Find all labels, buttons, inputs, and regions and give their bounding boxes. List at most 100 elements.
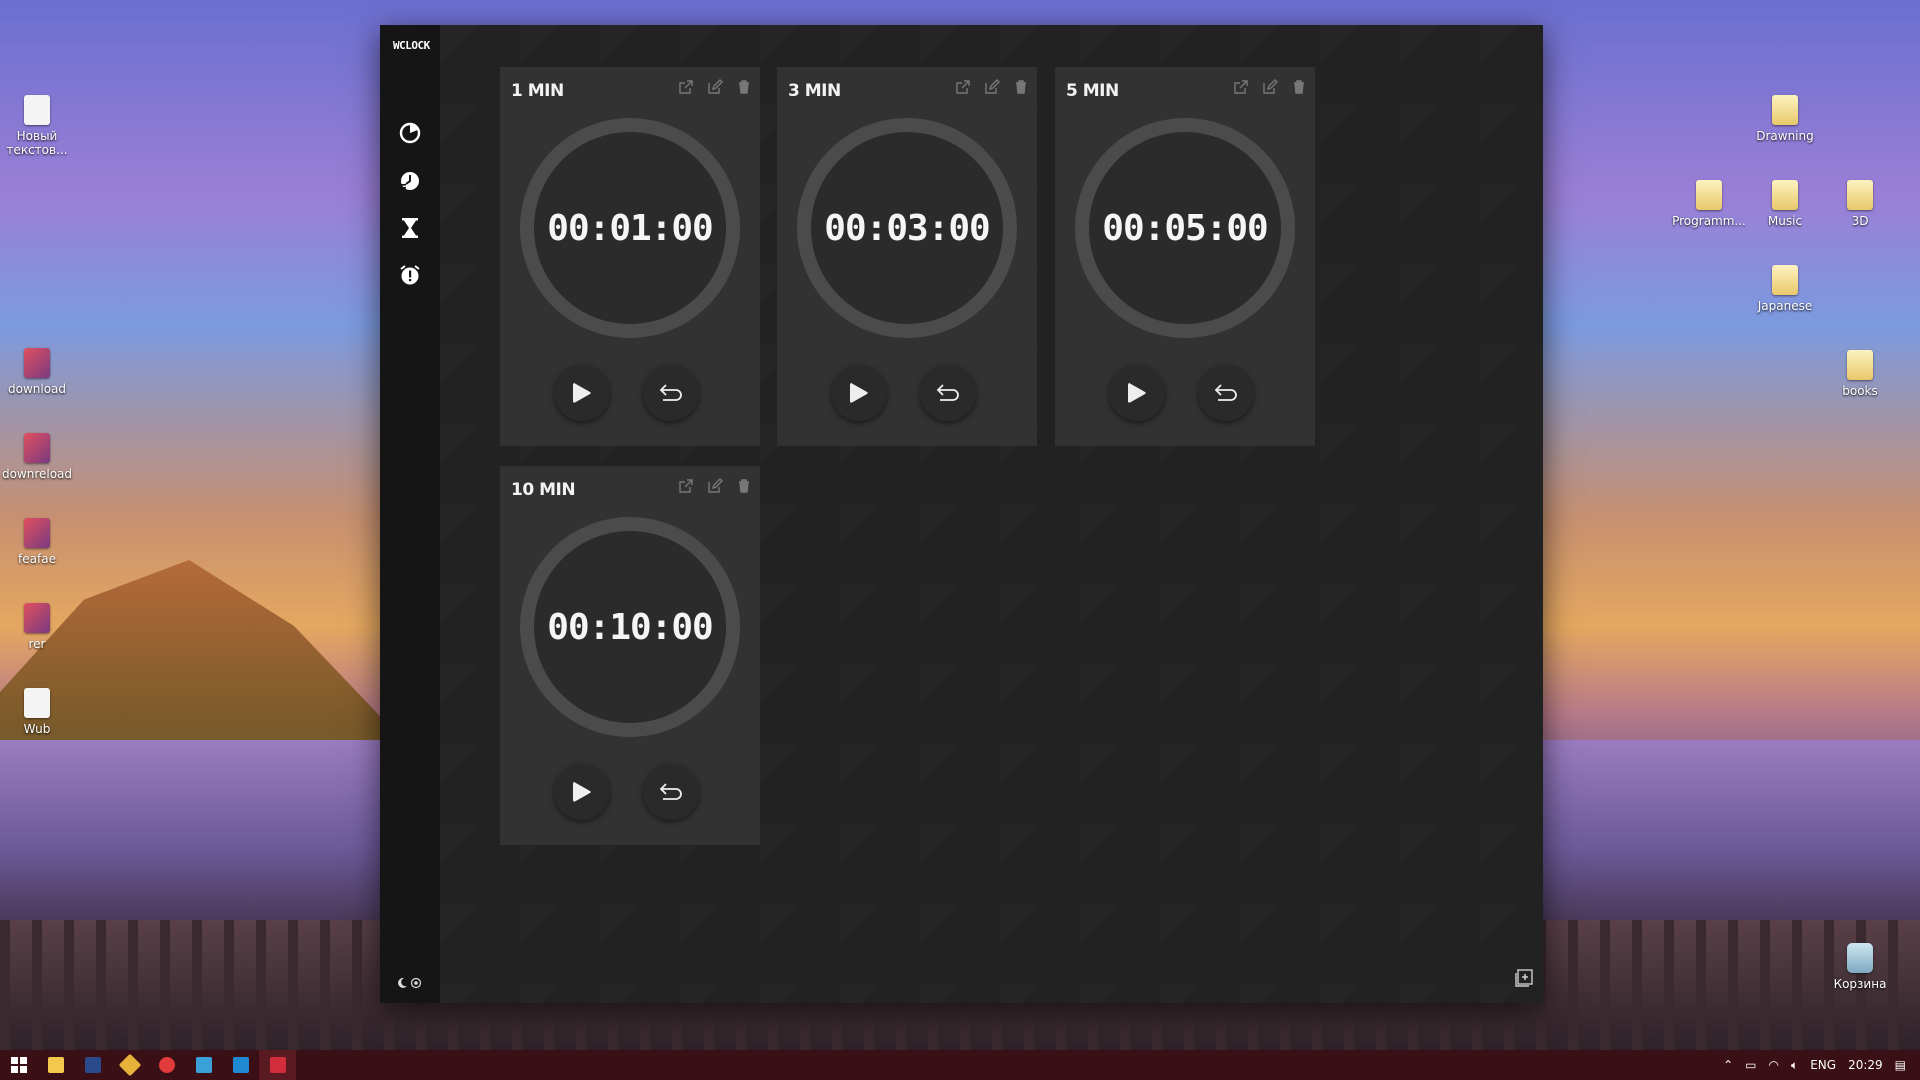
open-external-icon[interactable] [678,79,694,95]
nav-clock[interactable] [398,121,422,145]
nav-world-clock[interactable] [398,169,422,193]
desktop-folder[interactable]: books [1822,350,1898,398]
reset-button[interactable] [643,764,699,820]
desktop-icon[interactable]: download [0,348,75,396]
timer-ring: 00:03:00 [797,118,1017,338]
add-timer-icon[interactable] [1515,969,1533,987]
app-icon [118,1053,141,1077]
timer-ring: 00:10:00 [520,517,740,737]
text-file-icon [24,95,50,125]
file-icon [24,688,50,718]
hourglass-icon [402,218,418,238]
notifications-icon[interactable]: ▤ [1895,1058,1906,1072]
desktop-folder[interactable]: Japanese [1747,265,1823,313]
play-button[interactable] [1109,365,1165,421]
alarm-icon [400,265,420,285]
edit-icon[interactable] [707,478,723,494]
system-tray: ⌃ ▭ ◠ 🔈︎ ENG 20:29 ▤ [1723,1050,1920,1080]
taskbar: ⌃ ▭ ◠ 🔈︎ ENG 20:29 ▤ [0,1050,1920,1080]
edit-icon[interactable] [1262,79,1278,95]
desktop-icon[interactable]: Wub [0,688,75,736]
delete-icon[interactable] [1013,79,1029,95]
play-button[interactable] [554,764,610,820]
timer-card: 1 MIN 00:01:00 [500,67,760,446]
taskbar-vscode[interactable] [222,1050,259,1080]
battery-icon[interactable]: ▭ [1745,1058,1756,1072]
sidebar: WCLOCK [380,25,440,1003]
timers-area: 1 MIN 00:01:00 3 MIN 00:03:00 5 MIN 00:0… [440,25,1543,1003]
language-indicator[interactable]: ENG [1810,1058,1836,1072]
edit-icon[interactable] [707,79,723,95]
folder-icon [1772,180,1798,210]
edit-icon[interactable] [984,79,1000,95]
reset-button[interactable] [643,365,699,421]
timer-title: 10 MIN [511,480,576,500]
desktop-folder[interactable]: Music [1747,180,1823,228]
browser-icon [158,1057,175,1073]
theme-toggle[interactable] [396,977,422,989]
timer-ring: 00:05:00 [1075,118,1295,338]
timer-display: 00:05:00 [1102,207,1268,249]
clock-time[interactable]: 20:29 [1848,1058,1883,1072]
clock-icon [399,122,421,144]
wclock-app-icon [269,1057,286,1073]
image-file-icon [24,348,50,378]
wclock-window: WCLOCK 1 MIN 00:01:00 3 MIN 00:03:00 5 M… [380,25,1543,1003]
desktop-icon[interactable]: Новый текстов... [0,95,75,157]
play-button[interactable] [831,365,887,421]
chevron-up-icon[interactable]: ⌃ [1723,1058,1733,1072]
wifi-icon[interactable]: ◠ [1769,1058,1779,1072]
moon-icon [398,977,407,988]
timer-display: 00:01:00 [547,207,713,249]
desktop-icon[interactable]: feafae [0,518,75,566]
folder-icon [1772,95,1798,125]
image-file-icon [24,603,50,633]
open-external-icon[interactable] [1233,79,1249,95]
taskbar-browser[interactable] [148,1050,185,1080]
history-icon [400,172,419,190]
delete-icon[interactable] [736,79,752,95]
sun-icon [410,977,422,989]
taskbar-terminal[interactable] [74,1050,111,1080]
recycle-bin-icon [1847,943,1873,973]
reset-button[interactable] [1198,365,1254,421]
vscode-icon [232,1057,249,1073]
timer-ring: 00:01:00 [520,118,740,338]
play-icon [1128,383,1146,403]
taskbar-app-blue[interactable] [185,1050,222,1080]
folder-icon [47,1057,64,1073]
desktop-folder[interactable]: Programm... [1671,180,1747,228]
play-icon [573,782,591,802]
play-icon [573,383,591,403]
timer-title: 1 MIN [511,81,564,101]
recycle-bin[interactable]: Корзина [1822,943,1898,991]
play-button[interactable] [554,365,610,421]
timer-card: 5 MIN 00:05:00 [1055,67,1315,446]
taskbar-explorer[interactable] [37,1050,74,1080]
delete-icon[interactable] [1291,79,1307,95]
folder-icon [1847,180,1873,210]
app-icon [195,1057,212,1073]
reset-icon [1214,384,1237,401]
timer-card: 3 MIN 00:03:00 [777,67,1037,446]
volume-icon[interactable]: 🔈︎ [1791,1058,1798,1073]
delete-icon[interactable] [736,478,752,494]
desktop-icon[interactable]: rer [0,603,75,651]
reset-button[interactable] [920,365,976,421]
desktop-folder[interactable]: 3D [1822,180,1898,228]
folder-icon [1847,350,1873,380]
timer-card: 10 MIN 00:10:00 [500,466,760,845]
desktop-folder[interactable]: Drawning [1747,95,1823,143]
taskbar-app[interactable] [111,1050,148,1080]
nav-timer[interactable] [398,216,422,240]
open-external-icon[interactable] [955,79,971,95]
nav-alarm[interactable] [398,263,422,287]
timer-display: 00:03:00 [824,207,990,249]
taskbar-wclock[interactable] [259,1050,296,1080]
desktop-icon[interactable]: downreload [0,433,75,481]
open-external-icon[interactable] [678,478,694,494]
start-button[interactable] [0,1050,37,1080]
reset-icon [936,384,959,401]
terminal-icon [84,1057,101,1073]
reset-icon [659,384,682,401]
